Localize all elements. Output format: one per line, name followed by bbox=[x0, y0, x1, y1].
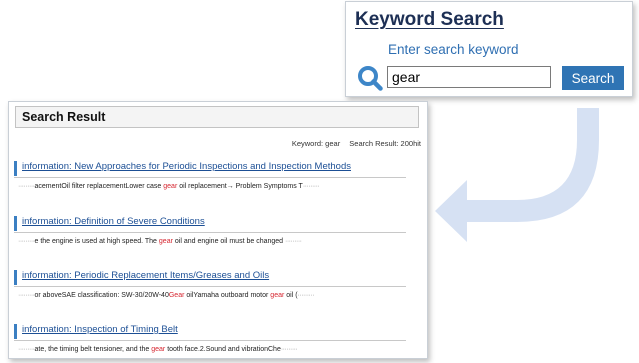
keyword-meta: Keyword: gear bbox=[291, 139, 341, 148]
snippet-text: tooth face.2.Sound and vibrationChe bbox=[165, 346, 281, 353]
result-marker bbox=[14, 216, 17, 231]
search-button[interactable]: Search bbox=[562, 66, 624, 90]
keyword-highlight: gear bbox=[163, 183, 178, 190]
keyword-highlight: Gear bbox=[168, 292, 185, 299]
ellipsis: ········· bbox=[297, 292, 315, 299]
ellipsis: ········· bbox=[285, 238, 302, 245]
result-count-meta: Search Result: 200hit bbox=[349, 139, 421, 148]
ellipsis: ········· bbox=[18, 292, 35, 299]
search-result-header: Search Result bbox=[15, 106, 419, 128]
ellipsis: ········· bbox=[18, 346, 35, 353]
result-snippet: ·········acementOil filter replacementLo… bbox=[18, 183, 320, 190]
keyword-highlight: gear bbox=[270, 292, 285, 299]
result-snippet: ·········e the engine is used at high sp… bbox=[18, 238, 302, 245]
snippet-text: e the engine is used at high speed. The bbox=[34, 238, 159, 245]
divider bbox=[14, 232, 406, 233]
snippet-text: ate, the timing belt tensioner, and the bbox=[34, 346, 152, 353]
result-title-link[interactable]: information: Inspection of Timing Belt bbox=[22, 324, 178, 335]
snippet-text: oil ( bbox=[284, 292, 298, 299]
keyword-search-panel: Keyword Search Enter search keyword Sear… bbox=[345, 1, 633, 97]
result-title-link[interactable]: information: Definition of Severe Condit… bbox=[22, 216, 205, 227]
snippet-text: acementOil filter replacementLower case bbox=[34, 183, 164, 190]
ellipsis: ········· bbox=[18, 238, 35, 245]
snippet-text: oil and engine oil must be changed bbox=[172, 238, 286, 245]
search-input[interactable] bbox=[387, 66, 551, 88]
snippet-text: or aboveSAE classification: SW-30/20W-40 bbox=[34, 292, 169, 299]
divider bbox=[14, 286, 406, 287]
divider bbox=[14, 177, 406, 178]
search-meta: Keyword: gear Search Result: 200hit bbox=[285, 139, 421, 148]
search-result-panel: Search Result Keyword: gear Search Resul… bbox=[8, 101, 428, 359]
search-result-heading: Search Result bbox=[22, 110, 106, 124]
snippet-text: oil replacement→ Problem Symptoms T bbox=[177, 183, 303, 190]
search-icon bbox=[358, 66, 383, 91]
snippet-text: oilYamaha outboard motor bbox=[184, 292, 271, 299]
ellipsis: ········· bbox=[302, 183, 320, 190]
divider bbox=[14, 340, 406, 341]
keyword-highlight: gear bbox=[151, 346, 166, 353]
ellipsis: ········· bbox=[18, 183, 35, 190]
keyword-search-title: Keyword Search bbox=[355, 9, 504, 30]
search-prompt-label: Enter search keyword bbox=[388, 42, 519, 57]
result-title-link[interactable]: information: Periodic Replacement Items/… bbox=[22, 270, 269, 281]
result-title-link[interactable]: information: New Approaches for Periodic… bbox=[22, 161, 351, 172]
keyword-highlight: gear bbox=[158, 238, 173, 245]
result-marker bbox=[14, 324, 17, 339]
result-snippet: ·········ate, the timing belt tensioner,… bbox=[18, 346, 298, 353]
result-marker bbox=[14, 270, 17, 285]
result-snippet: ·········or aboveSAE classification: SW-… bbox=[18, 292, 315, 299]
ellipsis: ········· bbox=[280, 346, 298, 353]
result-marker bbox=[14, 161, 17, 176]
